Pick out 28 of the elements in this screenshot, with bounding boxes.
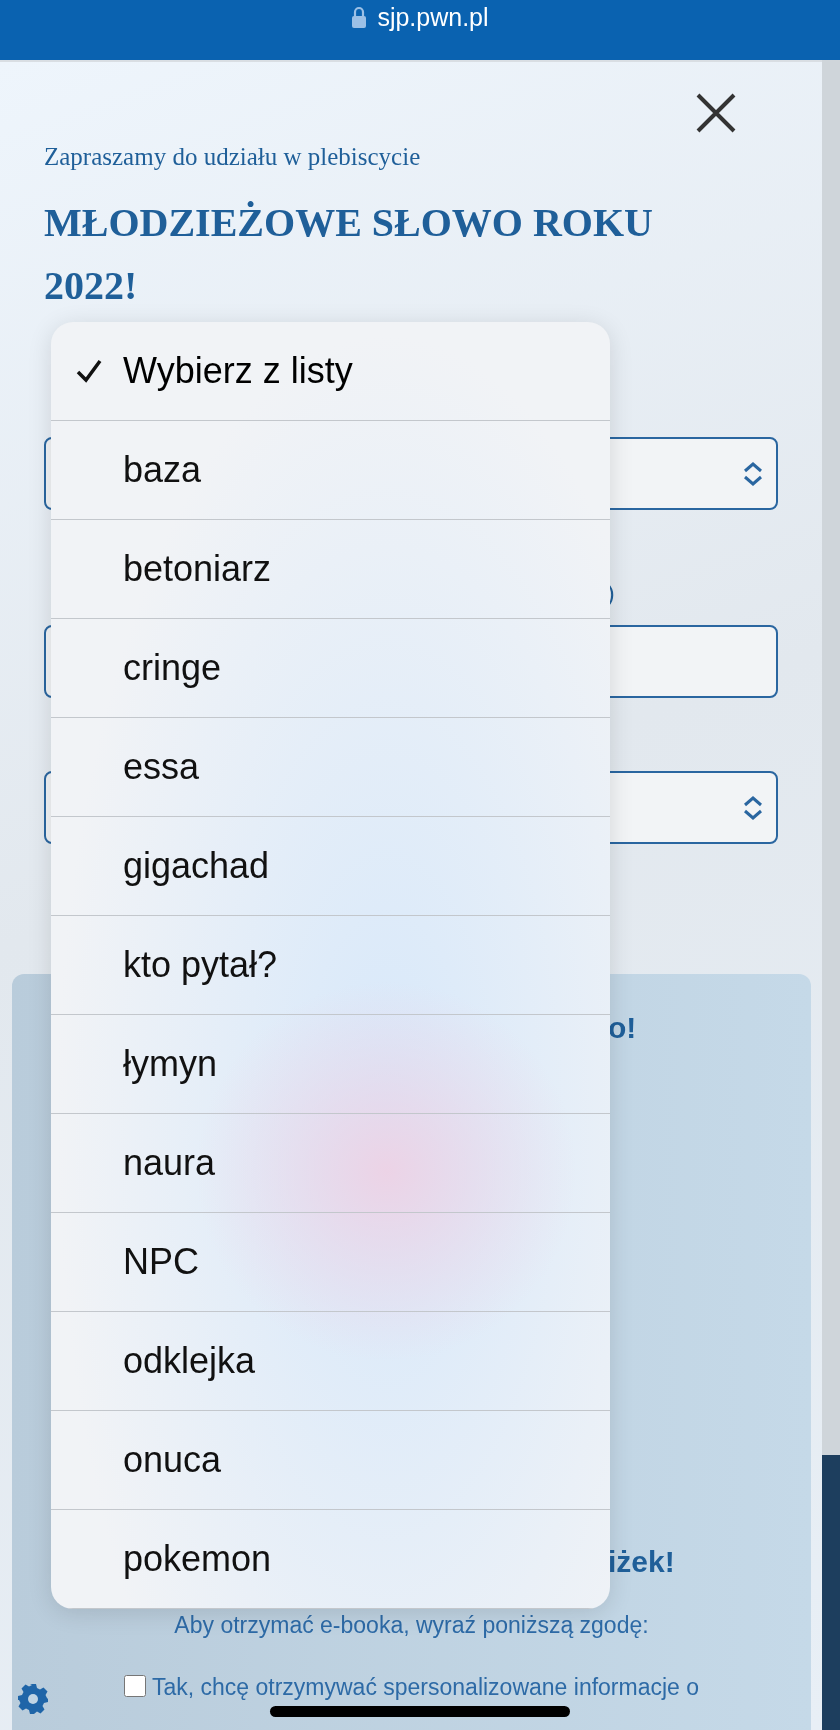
consent-text: Tak, chcę otrzymywać spersonalizowane informacje o bbox=[151, 1674, 700, 1700]
chevron-icon bbox=[742, 793, 764, 822]
check-icon bbox=[75, 358, 103, 384]
lock-icon bbox=[351, 6, 368, 28]
subtitle: Zapraszamy do udziału w plebiscycie bbox=[44, 143, 422, 171]
settings-icon[interactable] bbox=[17, 1683, 49, 1715]
dropdown-option[interactable]: betoniarz bbox=[51, 520, 610, 619]
consent-prompt: Aby otrzymać e-booka, wyraź poniższą zgodę: bbox=[173, 1611, 650, 1640]
dropdown-option[interactable]: NPC bbox=[51, 1213, 610, 1312]
chevron-icon bbox=[742, 459, 764, 488]
dropdown-option[interactable]: cringe bbox=[51, 619, 610, 718]
close-button[interactable] bbox=[696, 93, 736, 133]
promo-heading: o! bbox=[608, 1011, 637, 1044]
dropdown-option[interactable]: gigachad bbox=[51, 817, 610, 916]
dropdown-option[interactable]: naura bbox=[51, 1114, 610, 1213]
dropdown-option[interactable]: odklejka bbox=[51, 1312, 610, 1411]
url-text: sjp.pwn.pl bbox=[377, 2, 489, 32]
page-title: MŁODZIEŻOWE SŁOWO ROKU 2022! bbox=[44, 199, 654, 310]
dropdown-option[interactable]: pokemon bbox=[51, 1510, 610, 1609]
dropdown-option[interactable]: baza bbox=[51, 421, 610, 520]
dropdown-option[interactable]: essa bbox=[51, 718, 610, 817]
dropdown-option[interactable]: kto pytał? bbox=[51, 916, 610, 1015]
dropdown-option[interactable]: łymyn bbox=[51, 1015, 610, 1114]
dropdown-option[interactable]: onuca bbox=[51, 1411, 610, 1510]
address-bar[interactable]: sjp.pwn.pl bbox=[0, 0, 840, 60]
dropdown-option[interactable]: Wybierz z listy bbox=[51, 322, 610, 421]
promo-subheading: iżek! bbox=[608, 1545, 675, 1578]
consent-checkbox[interactable] bbox=[123, 1675, 146, 1697]
